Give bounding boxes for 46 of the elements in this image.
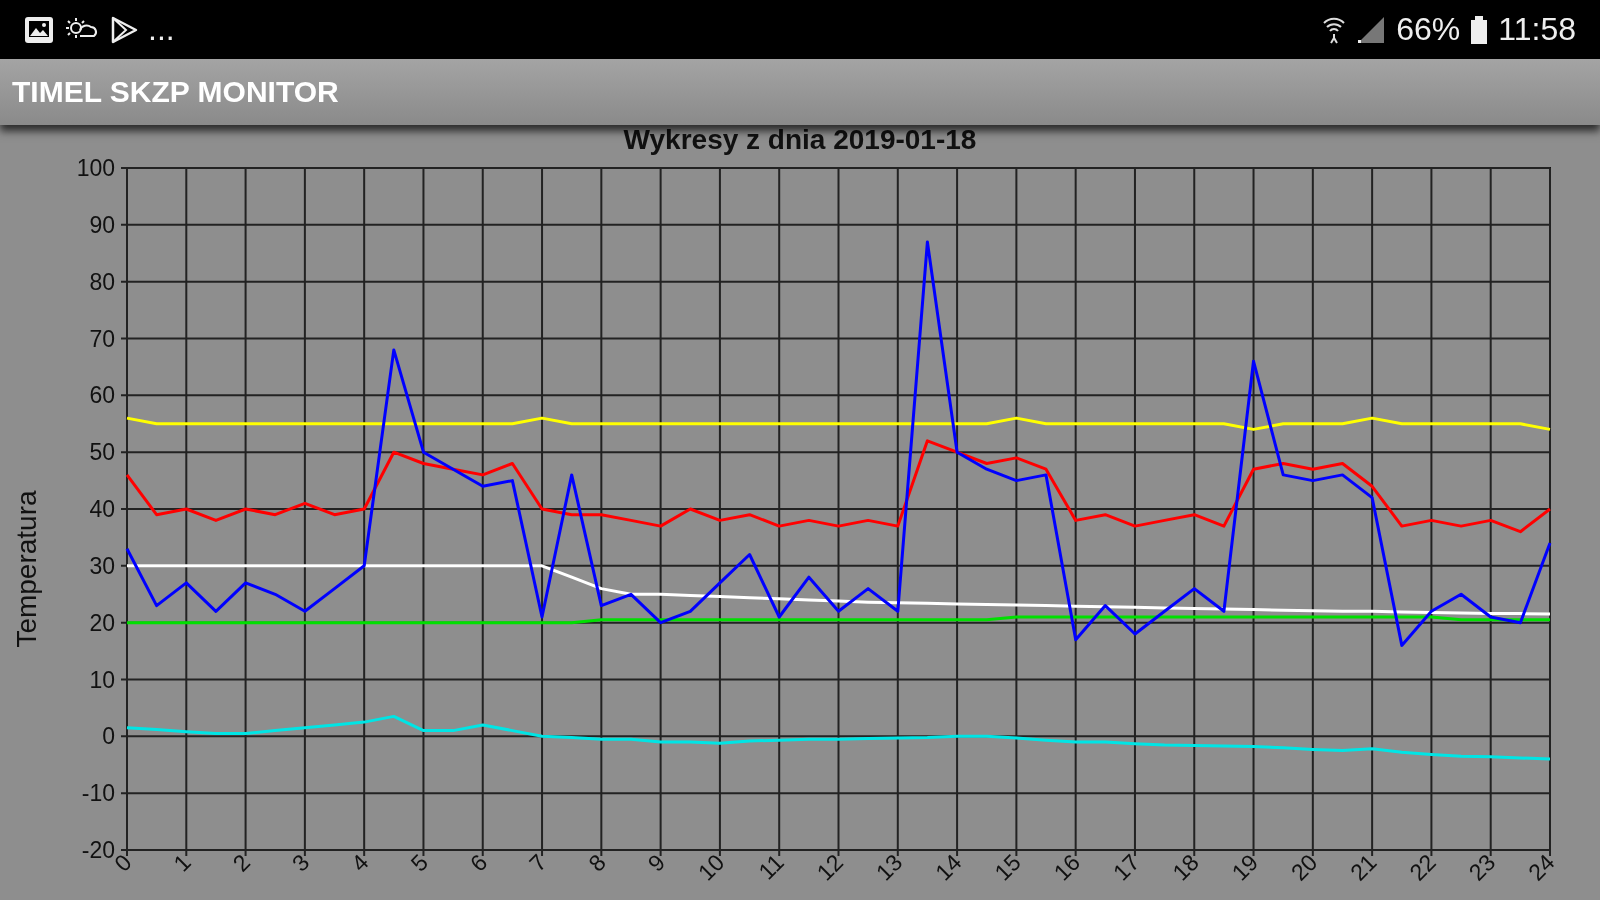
axis-label: 13 bbox=[870, 849, 908, 886]
axis-label: 21 bbox=[1345, 849, 1382, 886]
axis-label: 10 bbox=[89, 666, 115, 693]
axis-label: 6 bbox=[464, 849, 493, 877]
battery-percentage: 66% bbox=[1396, 11, 1461, 48]
axis-label: 1 bbox=[168, 849, 196, 877]
axis-title: Temperatura bbox=[11, 490, 42, 648]
axis-label: 16 bbox=[1048, 849, 1086, 886]
axis-label: 80 bbox=[89, 268, 115, 295]
axis-label: 24 bbox=[1523, 849, 1560, 886]
chart-title: Wykresy z dnia 2019-01-18 bbox=[623, 125, 977, 155]
axis-label: 3 bbox=[287, 849, 315, 877]
axis-label: 17 bbox=[1108, 849, 1145, 886]
axis-label: 0 bbox=[102, 723, 115, 750]
axis-label: 8 bbox=[583, 849, 611, 877]
axis-label: 20 bbox=[1285, 849, 1323, 886]
axis-label: 18 bbox=[1167, 849, 1204, 886]
axis-label: 9 bbox=[642, 849, 671, 877]
play-store-icon bbox=[110, 15, 138, 44]
axis-label: 2 bbox=[227, 849, 256, 877]
axis-label: 5 bbox=[405, 849, 433, 877]
axis-label: 50 bbox=[89, 439, 115, 466]
axis-label: 22 bbox=[1404, 849, 1441, 886]
axis-label: 60 bbox=[89, 382, 115, 409]
axis-label: 90 bbox=[89, 211, 115, 238]
axis-label: 15 bbox=[989, 849, 1026, 886]
app-title: TIMEL SKZP MONITOR bbox=[12, 75, 339, 109]
axis-label: 4 bbox=[346, 849, 374, 877]
clock: 11:58 bbox=[1498, 11, 1576, 48]
axis-label: 30 bbox=[89, 552, 115, 579]
battery-icon bbox=[1470, 14, 1489, 45]
axis-label: 7 bbox=[524, 849, 552, 877]
axis-label: 40 bbox=[89, 496, 115, 522]
axis-label: 10 bbox=[692, 849, 730, 886]
axis-label: 14 bbox=[930, 849, 967, 886]
axis-label: 20 bbox=[89, 609, 115, 636]
axis-label: 12 bbox=[811, 849, 849, 886]
axis-label: 19 bbox=[1226, 849, 1264, 886]
axis-label: 23 bbox=[1463, 849, 1501, 886]
axis-label: 11 bbox=[753, 849, 789, 885]
axis-label: 70 bbox=[89, 325, 115, 352]
axis-label: -10 bbox=[81, 780, 115, 807]
axis-label: -20 bbox=[81, 837, 115, 863]
axis-label: 100 bbox=[76, 155, 115, 181]
more-notifications: ... bbox=[148, 11, 175, 48]
gallery-icon bbox=[24, 15, 54, 44]
